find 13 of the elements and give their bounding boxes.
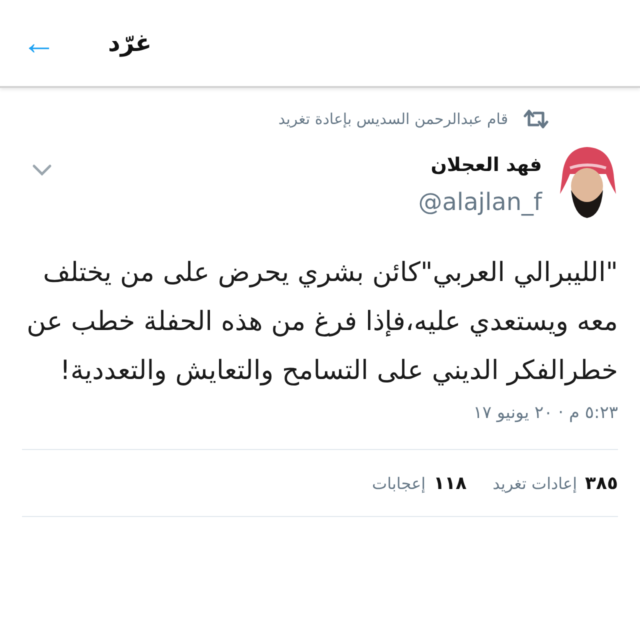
tweet-text: "الليبرالي العربي"كائن بشري يحرض على من يختلف معه ويستعدي عليه،فإذا فرغ من هذه الحفلة خطب عن خطرالفكر الديني على التسامح والتعايش والتعددية!: [26, 256, 618, 388]
chevron-down-icon[interactable]: [32, 164, 52, 176]
retweet-icon: [522, 108, 550, 130]
page-title: غرّد: [108, 29, 152, 57]
author-name[interactable]: فهد العجلان: [66, 154, 542, 176]
back-button[interactable]: ←: [22, 26, 56, 60]
retweet-note: قام عبدالرحمن السديس بإعادة تغريد: [278, 110, 508, 128]
author-handle[interactable]: @alajlan_f: [66, 188, 542, 216]
stat-label: إعادات تغريد: [492, 474, 578, 492]
stat-count: ٣٨٥: [585, 472, 618, 494]
stat-count: ١١٨: [434, 472, 467, 494]
stat-label: إعجابات: [372, 474, 426, 492]
tweet-timestamp: ٥:٢٣ م · ٢٠ يونيو ١٧: [472, 403, 618, 423]
